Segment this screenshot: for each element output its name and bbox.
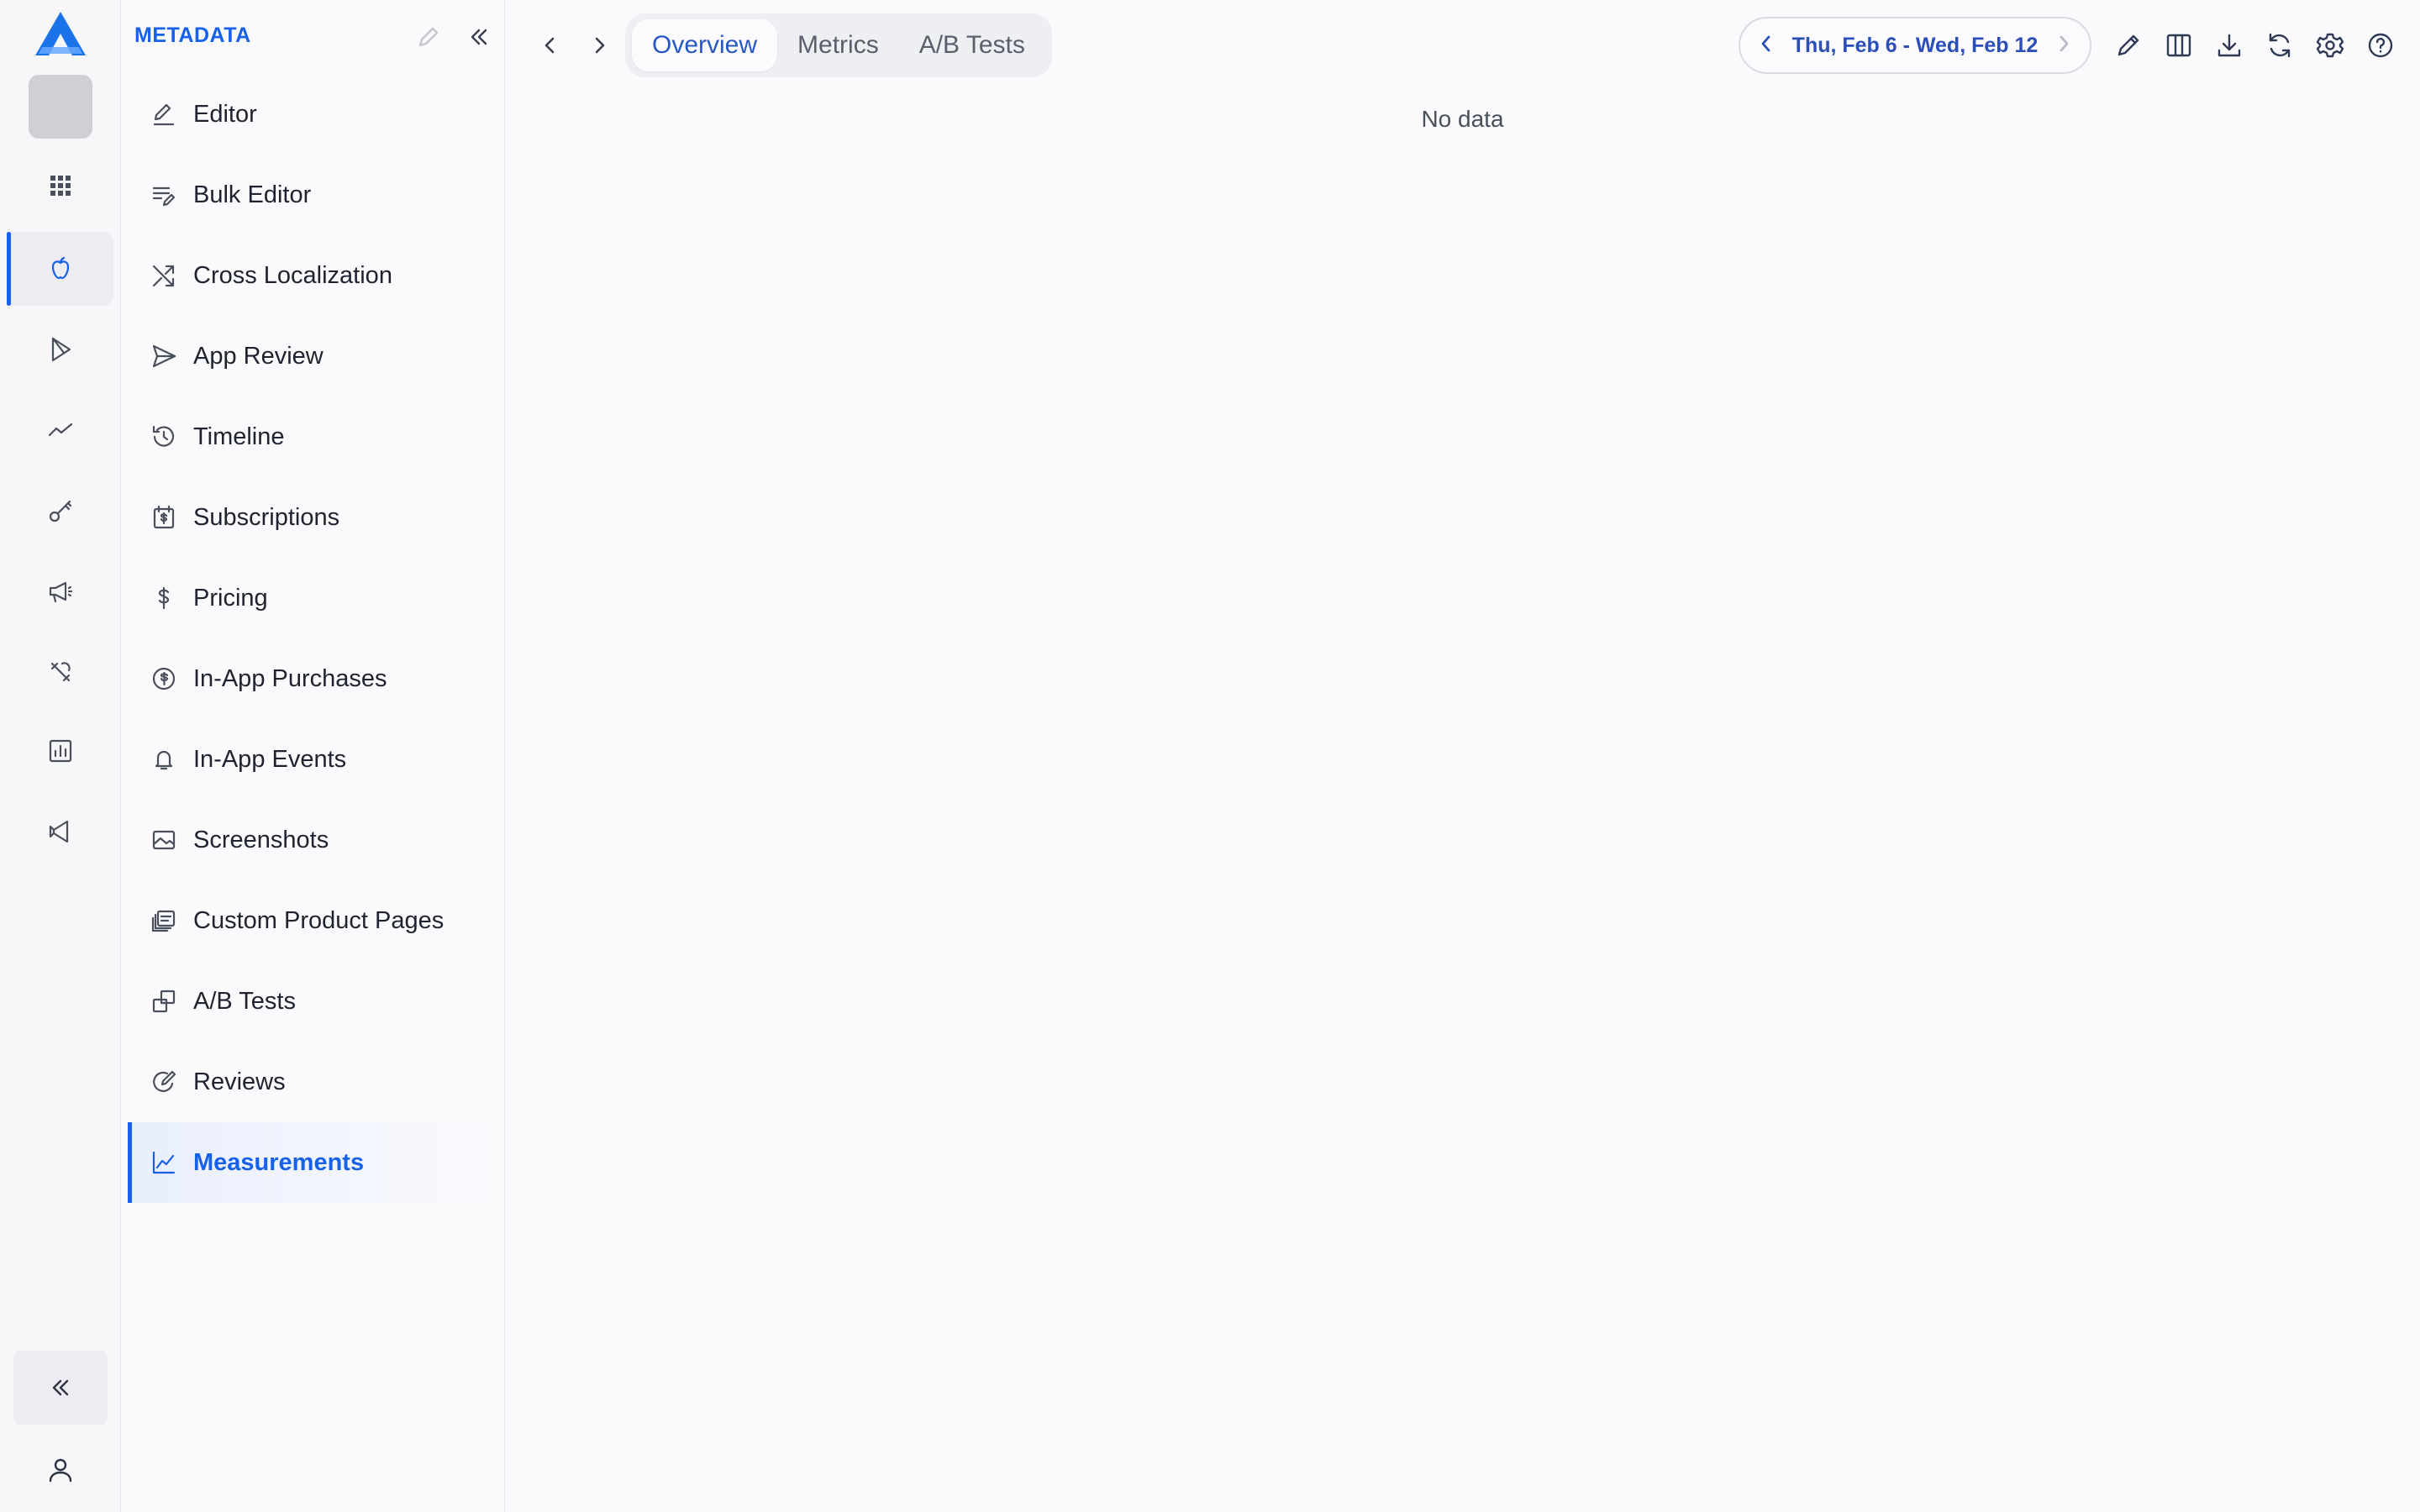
apple-store-icon[interactable] (7, 232, 113, 306)
back-chevron-icon[interactable] (534, 29, 567, 62)
history-icon (152, 425, 175, 447)
sidebar-nav: Editor Bulk Editor Cross Localization Ap… (128, 74, 497, 1203)
image-icon (152, 830, 176, 850)
user-profile-icon[interactable] (13, 1436, 108, 1504)
sidebar-item-editor[interactable]: Editor (128, 74, 497, 155)
sidebar-collapse-icon[interactable] (462, 20, 496, 54)
forward-chevron-icon[interactable] (582, 29, 616, 62)
ab-test-icon (152, 990, 176, 1013)
columns-icon[interactable] (2159, 25, 2199, 66)
line-chart-icon (152, 1151, 176, 1174)
sidebar-item-label: Subscriptions (193, 503, 340, 531)
sidebar-item-label: App Review (193, 342, 324, 370)
tab-overview[interactable]: Overview (632, 19, 778, 71)
sidebar-item-screenshots[interactable]: Screenshots (128, 800, 497, 880)
sidebar-item-reviews[interactable]: Reviews (128, 1042, 497, 1122)
sidebar-item-label: Measurements (193, 1148, 365, 1176)
icon-rail (0, 0, 121, 1512)
bell-icon (155, 750, 173, 770)
sidebar-item-in-app-events[interactable]: In-App Events (128, 719, 497, 800)
metadata-sidebar: METADATA Editor Bulk Editor Cross Locali… (121, 0, 505, 1512)
key-icon[interactable] (7, 474, 113, 548)
date-range-picker[interactable]: Thu, Feb 6 - Wed, Feb 12 (1739, 17, 2091, 74)
edit-pencil-icon[interactable] (2108, 25, 2149, 66)
date-range-label: Thu, Feb 6 - Wed, Feb 12 (1791, 33, 2039, 57)
tab-metrics[interactable]: Metrics (777, 19, 899, 71)
review-icon (153, 1070, 176, 1092)
subscription-icon (153, 505, 175, 529)
shuffle-icon (152, 265, 175, 287)
help-icon[interactable] (2360, 25, 2401, 66)
sidebar-item-measurements[interactable]: Measurements (128, 1122, 497, 1203)
trend-icon[interactable] (7, 393, 113, 467)
sidebar-item-app-review[interactable]: App Review (128, 316, 497, 396)
top-toolbar: Overview Metrics A/B Tests Thu, Feb 6 - … (505, 0, 2420, 89)
sidebar-item-ab-tests[interactable]: A/B Tests (128, 961, 497, 1042)
sidebar-header: METADATA (121, 0, 504, 72)
empty-state-message: No data (1421, 106, 1504, 132)
app-window: METADATA Editor Bulk Editor Cross Locali… (0, 0, 2420, 1512)
dollar-icon (158, 586, 170, 610)
sidebar-item-custom-product-pages[interactable]: Custom Product Pages (128, 880, 497, 961)
rail-collapse-button[interactable] (13, 1351, 108, 1425)
sidebar-item-label: Custom Product Pages (193, 906, 445, 934)
refresh-icon[interactable] (2260, 25, 2300, 66)
sidebar-item-in-app-purchases[interactable]: In-App Purchases (128, 638, 497, 719)
megaphone-icon[interactable] (7, 554, 113, 628)
apps-grid-icon[interactable] (7, 149, 113, 223)
sidebar-title: METADATA (134, 24, 251, 47)
pencil-line-icon (153, 103, 175, 126)
edit-pencil-icon[interactable] (412, 20, 445, 54)
settings-gear-icon[interactable] (2310, 25, 2350, 66)
sidebar-item-label: Cross Localization (193, 261, 392, 289)
sidebar-item-timeline[interactable]: Timeline (128, 396, 497, 477)
tools-icon[interactable] (7, 635, 113, 709)
tab-ab-tests[interactable]: A/B Tests (899, 19, 1045, 71)
sidebar-item-label: A/B Tests (193, 987, 296, 1015)
sidebar-item-label: In-App Purchases (193, 664, 387, 692)
bar-chart-icon[interactable] (7, 714, 113, 788)
date-next-chevron-icon[interactable] (2053, 33, 2075, 59)
coin-icon (152, 667, 176, 690)
sidebar-item-pricing[interactable]: Pricing (128, 558, 497, 638)
play-store-icon[interactable] (7, 312, 113, 386)
app-avatar[interactable] (29, 75, 92, 139)
main-content: Overview Metrics A/B Tests Thu, Feb 6 - … (505, 0, 2420, 1512)
sidebar-item-bulk-editor[interactable]: Bulk Editor (128, 155, 497, 235)
list-edit-icon (152, 186, 176, 207)
download-icon[interactable] (2209, 25, 2249, 66)
date-prev-chevron-icon[interactable] (1755, 33, 1777, 59)
view-tabs: Overview Metrics A/B Tests (625, 13, 1052, 77)
sidebar-item-label: In-App Events (193, 745, 347, 773)
send-icon (152, 344, 176, 368)
sidebar-item-label: Screenshots (193, 826, 329, 853)
sidebar-item-label: Timeline (193, 423, 285, 450)
app-logo-icon[interactable] (34, 10, 87, 59)
sidebar-item-label: Bulk Editor (193, 181, 312, 208)
pages-icon (151, 910, 176, 932)
sidebar-item-subscriptions[interactable]: Subscriptions (128, 477, 497, 558)
sidebar-item-label: Pricing (193, 584, 268, 612)
code-editor-icon[interactable] (7, 795, 113, 869)
sidebar-item-label: Editor (193, 100, 257, 128)
sidebar-item-label: Reviews (193, 1068, 286, 1095)
sidebar-item-cross-localization[interactable]: Cross Localization (128, 235, 497, 316)
